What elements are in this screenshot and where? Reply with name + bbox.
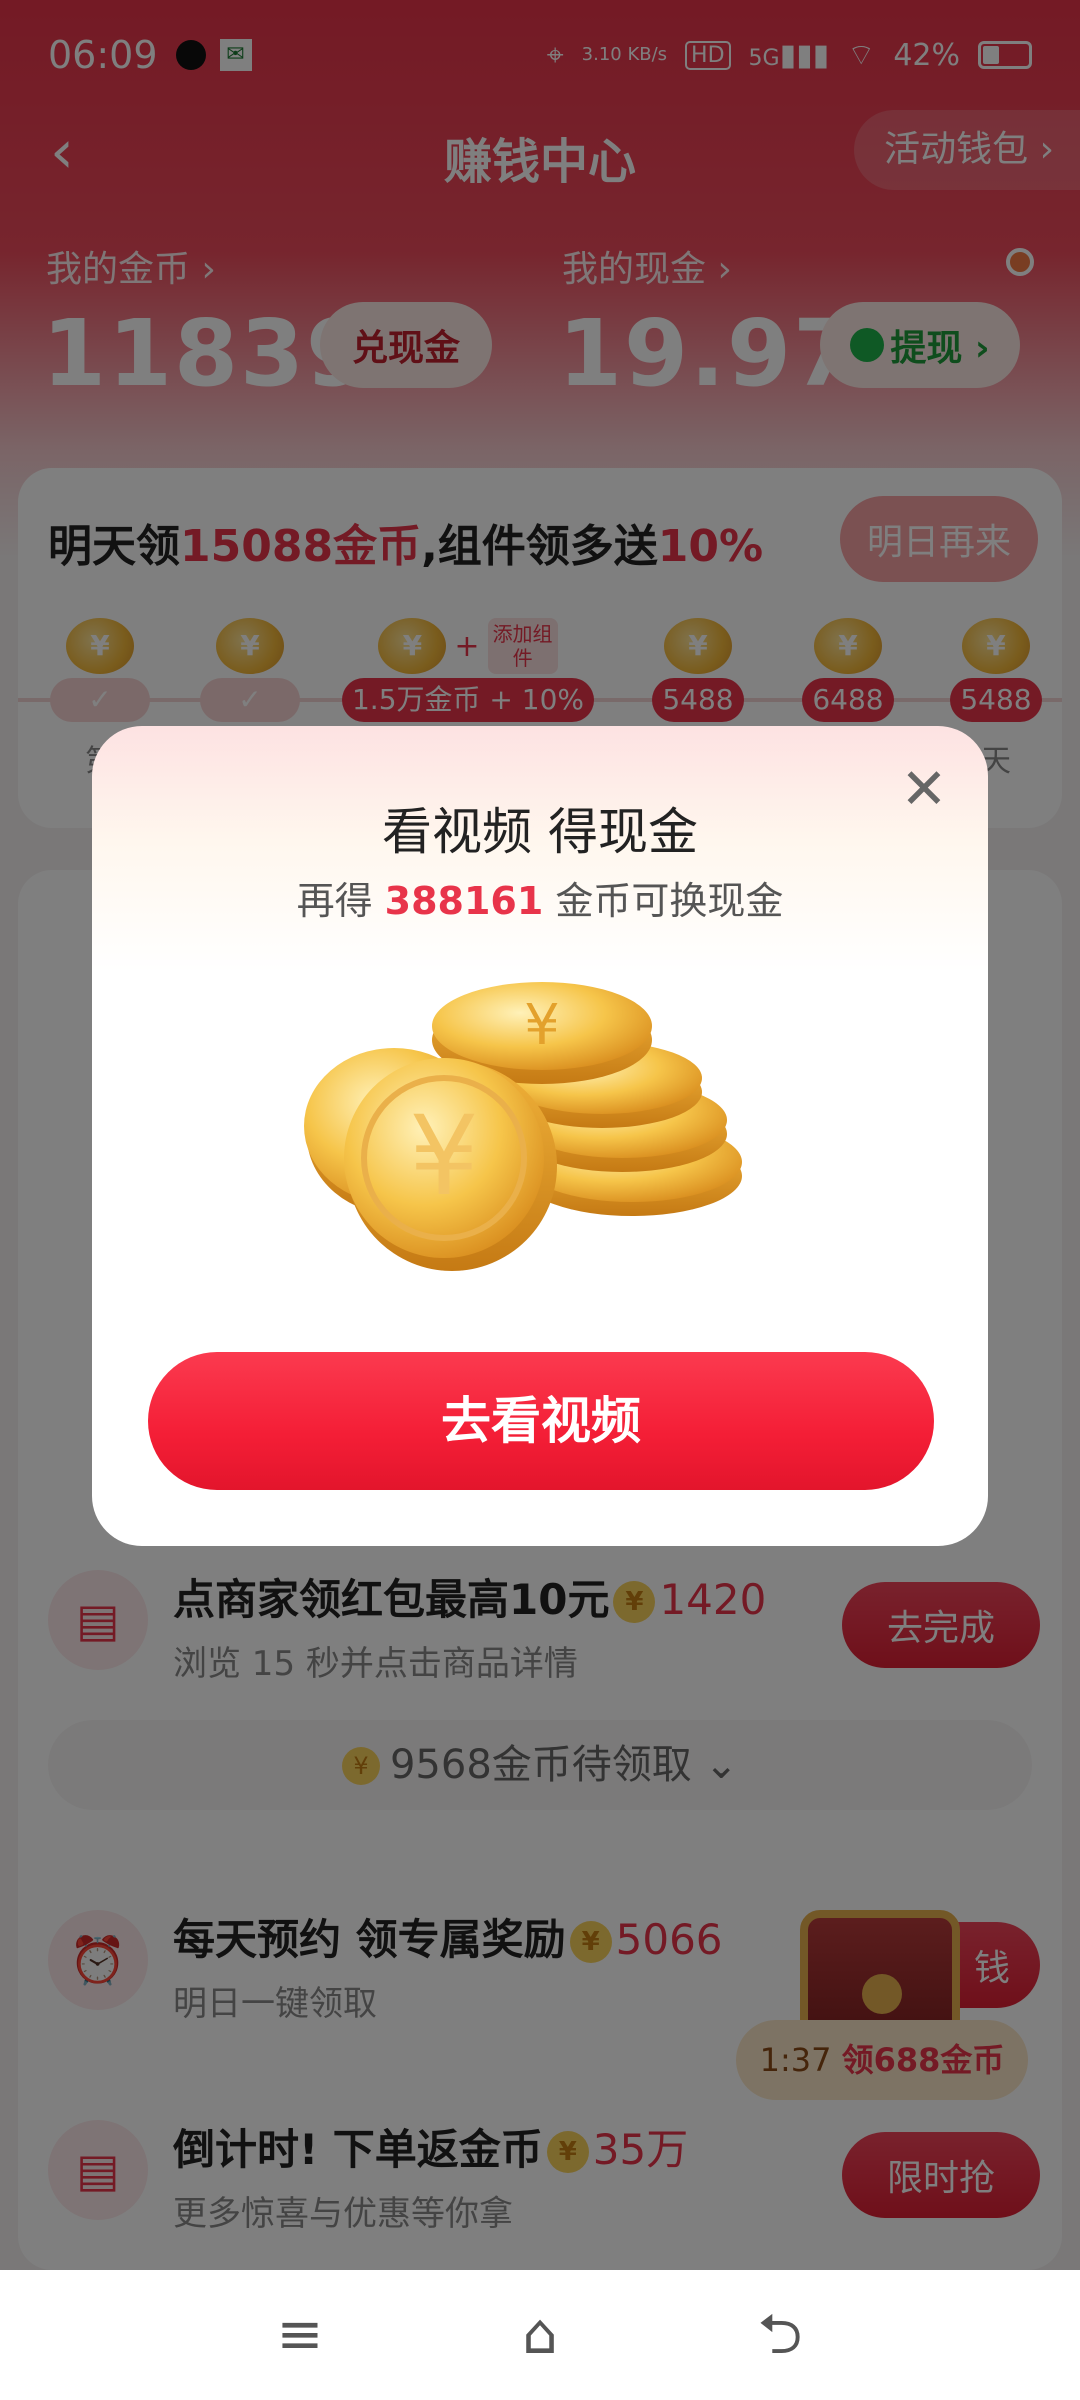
- svg-text:¥: ¥: [524, 993, 560, 1058]
- modal-title: 看视频 得现金: [382, 803, 698, 861]
- gold-coins-icon: ¥ ¥: [304, 982, 742, 1271]
- modal-subtitle: 再得 388161 金币可换现金: [92, 870, 988, 925]
- modal-subtitle-suffix: 金币可换现金: [543, 879, 784, 923]
- watch-video-button[interactable]: 去看视频: [148, 1352, 934, 1490]
- home-icon[interactable]: ⌂: [505, 2300, 575, 2370]
- menu-icon[interactable]: ≡: [265, 2300, 335, 2370]
- watch-video-modal: ✕ 看视频 得现金 再得 388161 金币可换现金 ¥ ¥ 去看视频: [92, 726, 988, 1546]
- modal-coin-number: 388161: [384, 879, 544, 923]
- modal-subtitle-prefix: 再得: [296, 879, 385, 923]
- back-nav-icon[interactable]: ⮌: [745, 2300, 815, 2370]
- svg-text:¥: ¥: [409, 1092, 479, 1220]
- system-nav-bar: ≡ ⌂ ⮌: [0, 2270, 1080, 2400]
